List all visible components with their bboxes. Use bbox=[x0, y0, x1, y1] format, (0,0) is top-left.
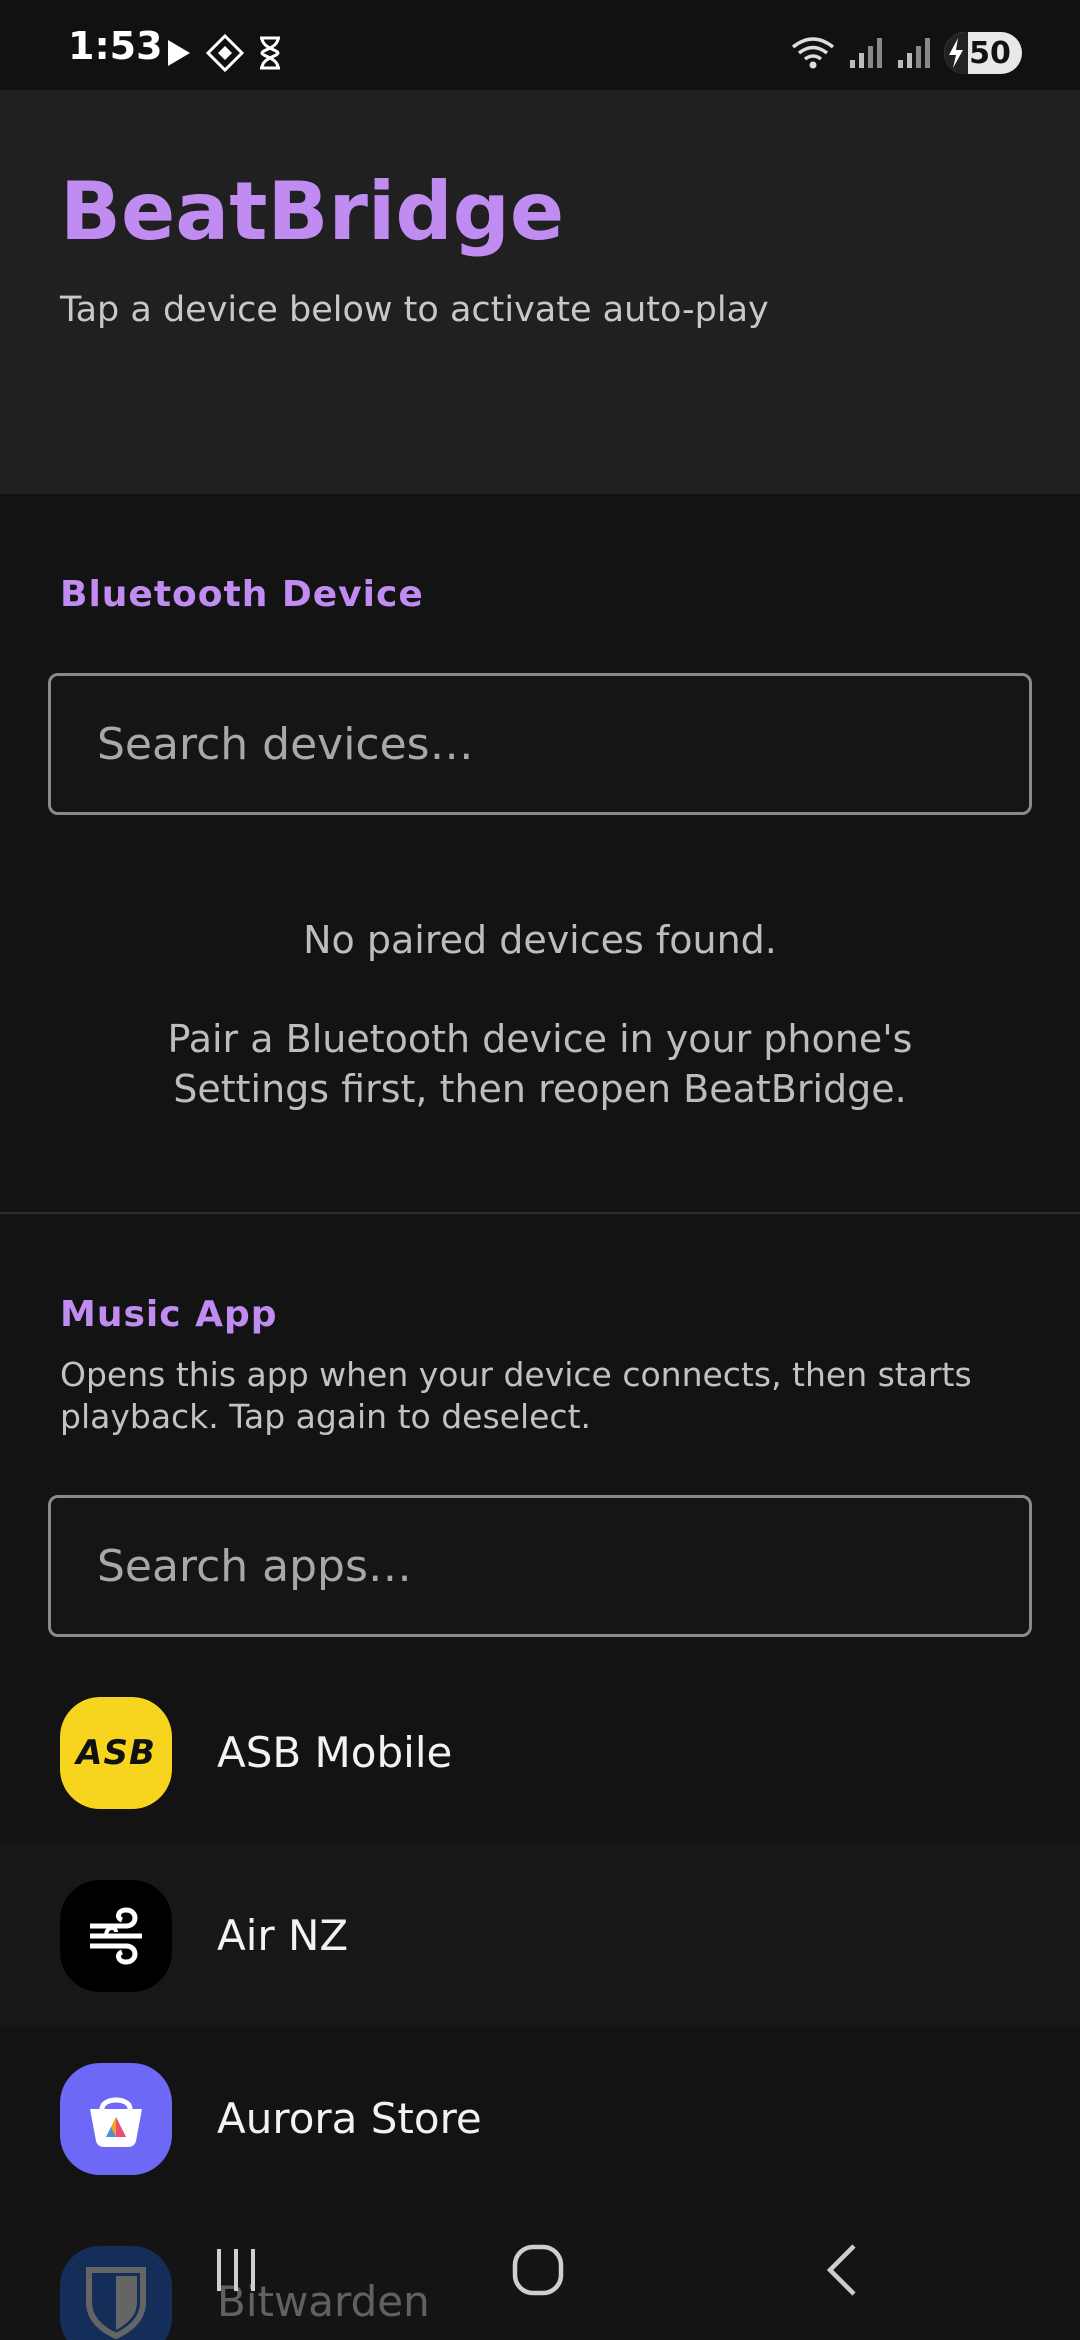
asb-icon: ASB bbox=[60, 1696, 172, 1809]
asb-icon-text: ASB bbox=[76, 1732, 156, 1773]
recents-button[interactable] bbox=[196, 2240, 276, 2300]
navigation-diamond-icon bbox=[206, 34, 244, 72]
air-nz-koru-icon bbox=[60, 1879, 172, 1992]
app-search-input[interactable] bbox=[51, 1539, 1029, 1593]
bluetooth-section-label: Bluetooth Device bbox=[60, 574, 424, 615]
hourglass-icon bbox=[260, 36, 280, 70]
battery-level: 50 bbox=[969, 35, 1011, 71]
wifi-icon bbox=[791, 37, 835, 69]
section-divider bbox=[0, 1212, 1080, 1214]
signal-icon bbox=[850, 38, 882, 68]
music-section-label: Music App bbox=[60, 1294, 278, 1335]
app-search-box[interactable] bbox=[48, 1495, 1032, 1637]
app-list-item[interactable]: Air NZ bbox=[0, 1844, 1080, 2027]
back-icon bbox=[826, 2244, 856, 2296]
app-name: ASB Mobile bbox=[217, 1728, 453, 1777]
back-button[interactable] bbox=[802, 2240, 882, 2300]
status-time: 1:53 bbox=[68, 24, 163, 68]
app-list-item[interactable]: Aurora Store bbox=[0, 2027, 1080, 2210]
app-subtitle: Tap a device below to activate auto-play bbox=[60, 290, 769, 330]
status-icons-right: 50 bbox=[790, 32, 1022, 74]
pair-device-hint: Pair a Bluetooth device in your phone's … bbox=[167, 1017, 913, 1111]
home-icon bbox=[512, 2244, 564, 2296]
recents-icon bbox=[217, 2249, 255, 2291]
home-button[interactable] bbox=[498, 2240, 578, 2300]
device-search-box[interactable] bbox=[48, 673, 1032, 815]
screen: 1:53 50 BeatBridge Tap a device below to… bbox=[0, 0, 1080, 2340]
device-search-input[interactable] bbox=[51, 717, 1029, 771]
app-title: BeatBridge bbox=[60, 165, 565, 258]
aurora-store-bag-icon bbox=[60, 2062, 172, 2175]
music-section-description: Opens this app when your device connects… bbox=[60, 1355, 972, 1436]
status-bar: 1:53 50 bbox=[0, 0, 1080, 90]
app-name: Air NZ bbox=[217, 1911, 349, 1960]
app-list-item[interactable]: ASB ASB Mobile bbox=[0, 1661, 1080, 1844]
play-icon bbox=[168, 40, 190, 66]
no-devices-message: No paired devices found. bbox=[303, 918, 777, 962]
status-icons-left bbox=[164, 34, 282, 72]
battery-charging-icon: 50 bbox=[944, 32, 1022, 74]
navigation-bar bbox=[0, 2200, 1080, 2340]
signal-icon bbox=[898, 38, 930, 68]
app-name: Aurora Store bbox=[217, 2094, 482, 2143]
